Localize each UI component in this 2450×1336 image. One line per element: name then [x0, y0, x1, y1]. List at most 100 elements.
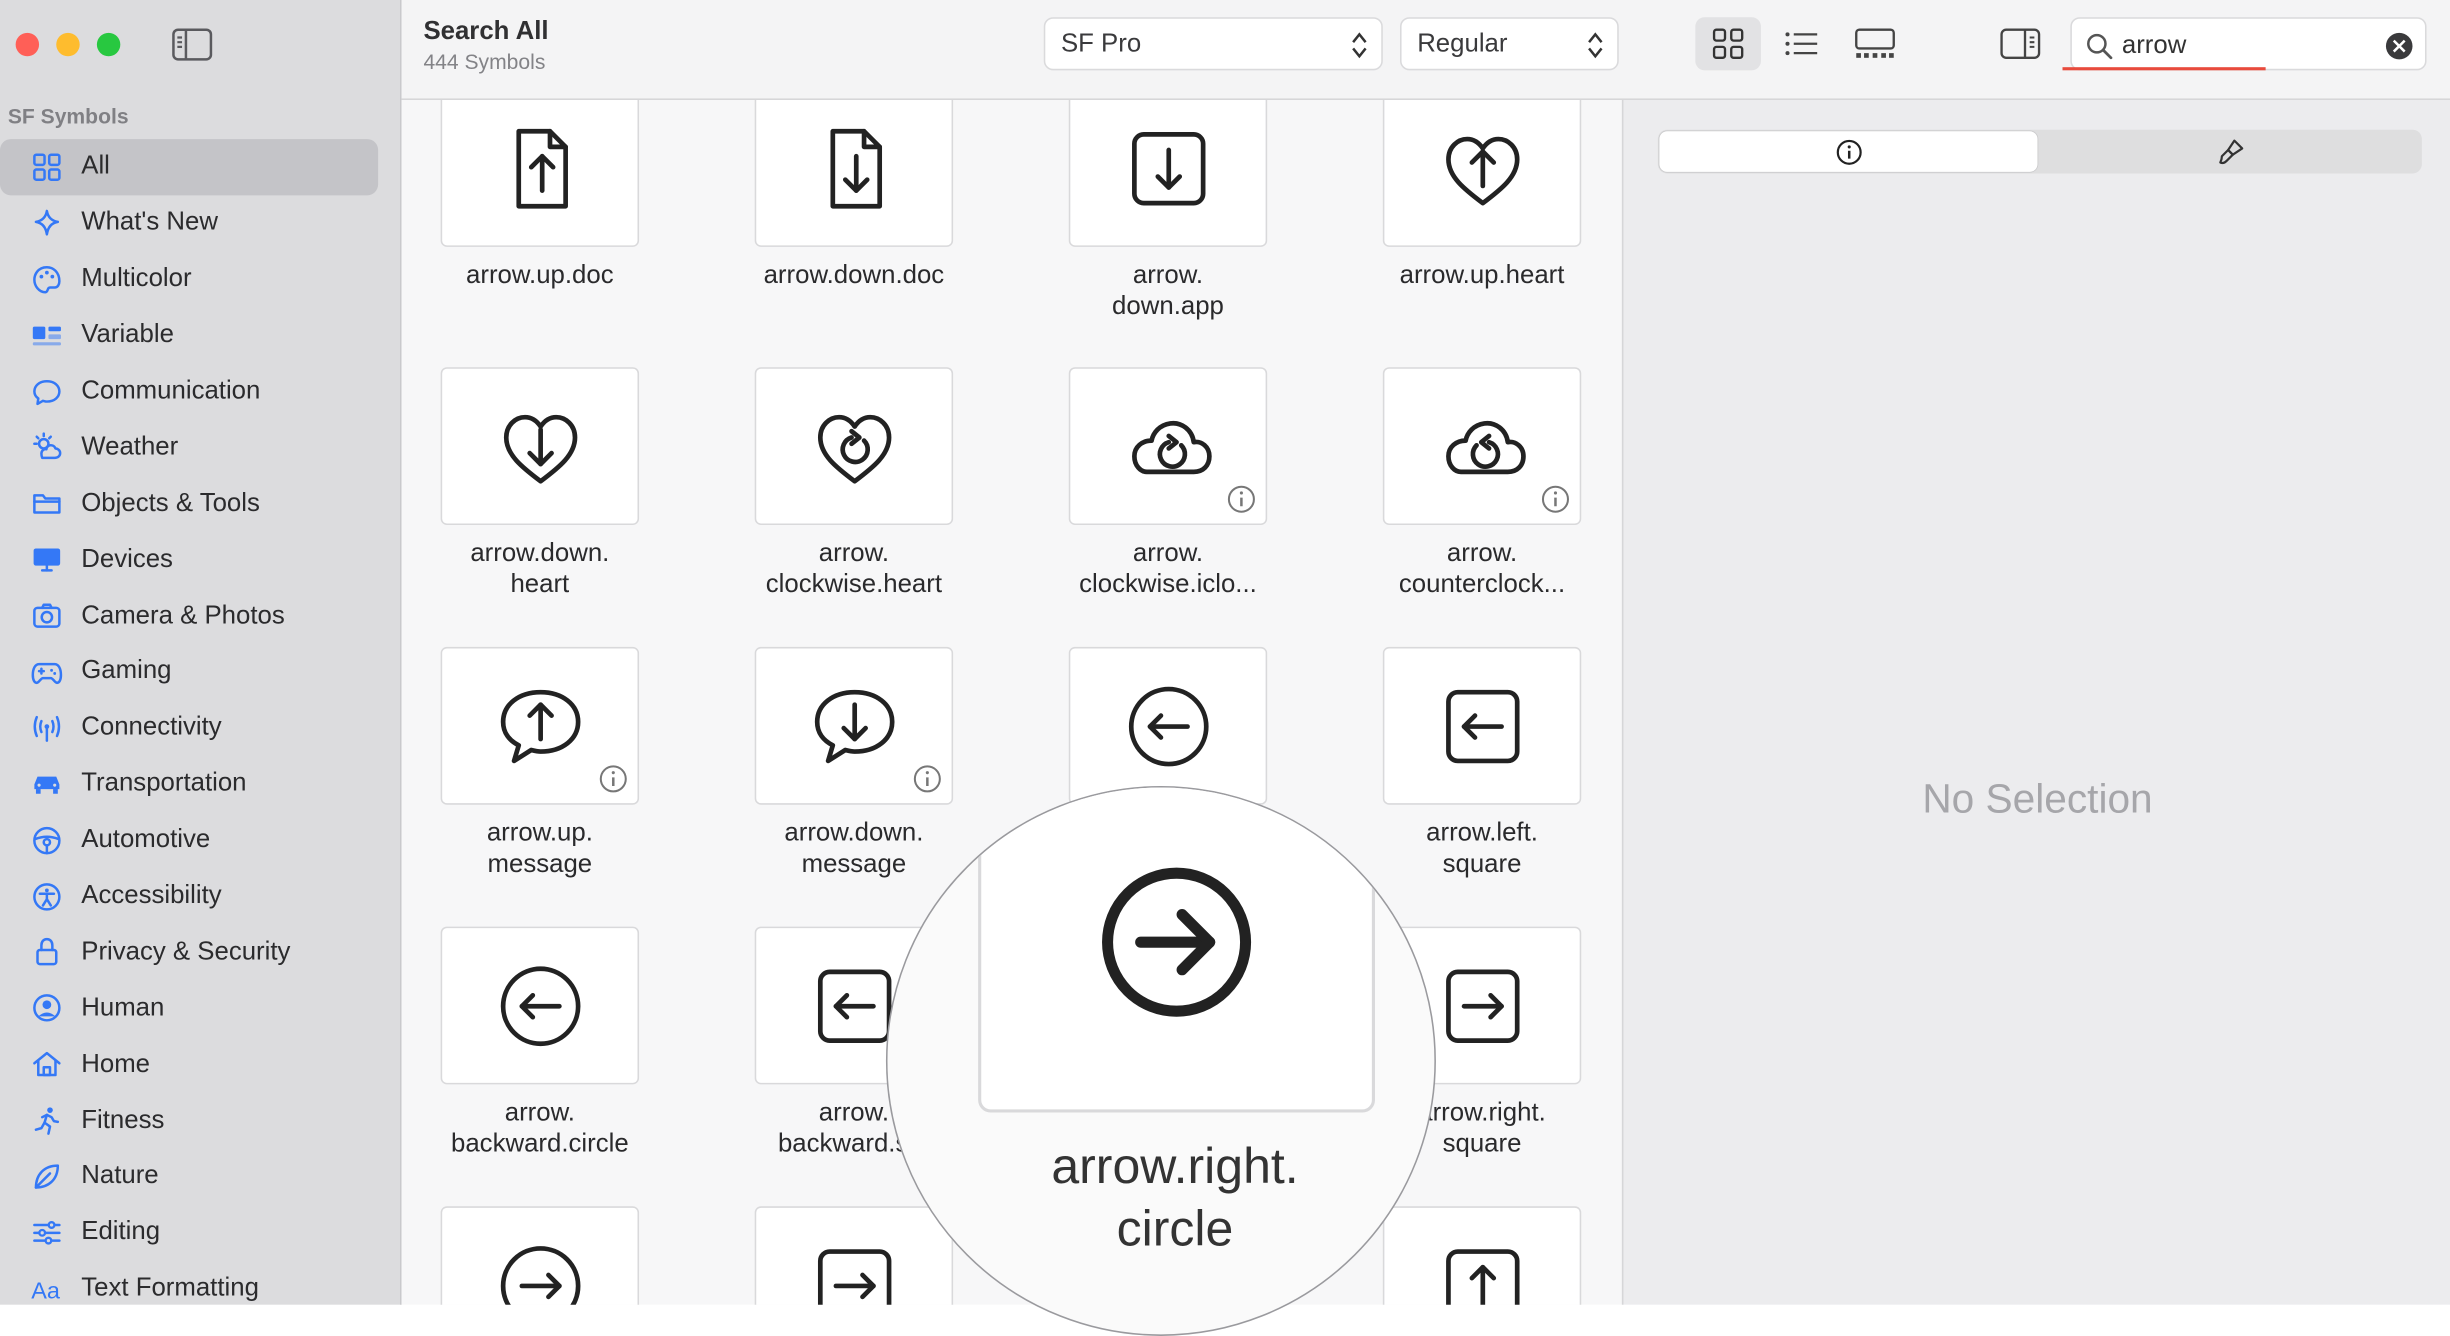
zoom-window-button[interactable] [96, 32, 121, 57]
symbol-cell[interactable]: arrow.down. message [713, 646, 996, 880]
clear-search-icon[interactable] [2385, 32, 2413, 60]
sidebar-item-editing[interactable]: Editing [0, 1205, 378, 1261]
symbol-cell[interactable]: arrow.left. square [1341, 646, 1622, 880]
arrow-right-circle-icon [1102, 867, 1252, 1017]
sidebar-item-home[interactable]: Home [0, 1036, 378, 1092]
sidebar-item-label: Nature [81, 1161, 159, 1190]
symbol-tile[interactable] [754, 100, 954, 247]
symbol-tile[interactable] [1068, 100, 1268, 247]
gallery-view-button[interactable] [1842, 17, 1908, 70]
symbol-cell[interactable]: arrow.up.doc [402, 100, 682, 291]
sidebar-item-fitness[interactable]: Fitness [0, 1092, 378, 1148]
camera-icon [30, 599, 64, 633]
sidebar-item-camera-photos[interactable]: Camera & Photos [0, 588, 378, 644]
close-window-button[interactable] [15, 32, 40, 57]
sidebar-item-privacy-security[interactable]: Privacy & Security [0, 924, 378, 980]
search-icon [2087, 33, 2113, 60]
symbol-cell[interactable]: arrow. clockwise.iclo... [1027, 367, 1310, 600]
symbol-tile[interactable] [1068, 367, 1268, 525]
sparkle-icon [30, 206, 64, 240]
sidebar-item-text-formatting[interactable]: Aa Text Formatting [0, 1261, 378, 1317]
sidebar-item-what-s-new[interactable]: What's New [0, 195, 378, 251]
symbol-tile[interactable] [754, 646, 954, 805]
customize-tab[interactable] [2042, 131, 2420, 172]
accessibility-icon [30, 879, 64, 913]
spellcheck-underline [2062, 67, 2266, 71]
sidebar-item-human[interactable]: Human [0, 980, 378, 1036]
info-icon [1541, 485, 1569, 513]
symbol-tile[interactable] [440, 367, 640, 525]
symbol-cell[interactable]: arrow. down.app [1027, 100, 1310, 322]
symbol-cell[interactable]: arrow.down. heart [402, 367, 682, 600]
symbol-cell[interactable]: arrow. counterclock... [1341, 367, 1622, 600]
sidebar-item-label: All [81, 152, 110, 181]
grid-view-button[interactable] [1695, 17, 1761, 71]
symbol-tile[interactable] [1068, 646, 1268, 805]
search-input[interactable] [2121, 28, 2372, 63]
symbol-name: arrow.up.heart [1399, 260, 1565, 290]
sidebar-item-nature[interactable]: Nature [0, 1148, 378, 1204]
sun-cloud-icon [30, 430, 64, 464]
font-select[interactable]: SF Pro [1043, 17, 1383, 71]
sidebar-item-accessibility[interactable]: Accessibility [0, 868, 378, 924]
symbol-tile[interactable] [1382, 367, 1582, 525]
sidebar-item-objects-tools[interactable]: Objects & Tools [0, 476, 378, 532]
symbol-cell[interactable] [402, 1206, 682, 1305]
font-select-value: SF Pro [1060, 28, 1142, 58]
sidebar-item-communication[interactable]: Communication [0, 363, 378, 419]
sidebar-item-all[interactable]: All [0, 139, 379, 196]
car-icon [30, 767, 64, 801]
symbol-tile[interactable] [1382, 646, 1582, 805]
info-icon [599, 765, 627, 793]
sidebar-item-devices[interactable]: Devices [0, 532, 378, 588]
paintbrush-icon [2219, 139, 2244, 165]
sidebar-item-variable[interactable]: Variable [0, 307, 378, 363]
symbol-name: arrow. counterclock... [1398, 539, 1566, 599]
lock-icon [30, 935, 64, 969]
symbol-tile[interactable] [440, 100, 640, 247]
symbol-name: arrow.down.doc [763, 260, 945, 290]
chevron-updown-icon [1588, 32, 1603, 59]
house-icon [30, 1047, 64, 1081]
symbol-cell[interactable]: arrow.up.heart [1341, 100, 1622, 291]
sidebar-item-automotive[interactable]: Automotive [0, 812, 378, 868]
sidebar-item-transportation[interactable]: Transportation [0, 756, 378, 812]
list-view-button[interactable] [1769, 17, 1835, 70]
toolbar: Search All 444 Symbols SF Pro Regular [401, 0, 2450, 100]
minimize-window-button[interactable] [56, 32, 80, 57]
symbol-cell[interactable]: arrow.up. message [402, 646, 682, 880]
symbol-cell[interactable]: arrow.down.doc [713, 100, 996, 291]
magnified-symbol-tile [978, 787, 1375, 1113]
symbol-tile[interactable] [1382, 100, 1582, 247]
symbol-cell[interactable]: arrow. backward.circle [402, 926, 682, 1160]
sidebar-item-label: Weather [81, 432, 179, 461]
no-selection-text: No Selection [1922, 775, 2153, 822]
variable-icon [30, 318, 64, 352]
symbol-cell[interactable]: arrow. clockwise.heart [713, 367, 996, 600]
symbol-tile[interactable] [440, 646, 640, 805]
inspector-toggle-button[interactable] [1988, 17, 2054, 70]
arrow-right-circle-icon [500, 1245, 580, 1305]
sidebar-item-multicolor[interactable]: Multicolor [0, 251, 378, 307]
person-circle-icon [30, 991, 64, 1025]
info-tab[interactable] [1659, 131, 2038, 172]
arrow-down-doc-icon [829, 128, 882, 208]
sidebar-item-label: Camera & Photos [81, 600, 285, 630]
sidebar-section-title: SF Symbols [7, 104, 129, 129]
symbol-tile[interactable] [754, 367, 954, 525]
symbol-tile[interactable] [440, 1206, 640, 1305]
sidebar-item-weather[interactable]: Weather [0, 419, 378, 475]
folder-icon [30, 486, 64, 520]
sidebar-item-label: Gaming [81, 656, 172, 686]
page-title: Search All [423, 17, 549, 46]
symbol-tile[interactable] [440, 926, 640, 1085]
symbol-name: arrow. clockwise.iclo... [1079, 539, 1257, 599]
sidebar-toggle-icon[interactable] [172, 28, 213, 61]
arrow-down-app-icon [1131, 131, 1205, 205]
svg-text:Aa: Aa [31, 1277, 61, 1303]
search-field[interactable] [2062, 17, 2427, 71]
sidebar-item-connectivity[interactable]: Connectivity [0, 700, 378, 756]
arrow-down-heart-icon [503, 414, 577, 483]
weight-select[interactable]: Regular [1400, 17, 1619, 71]
sidebar-item-gaming[interactable]: Gaming [0, 644, 378, 700]
